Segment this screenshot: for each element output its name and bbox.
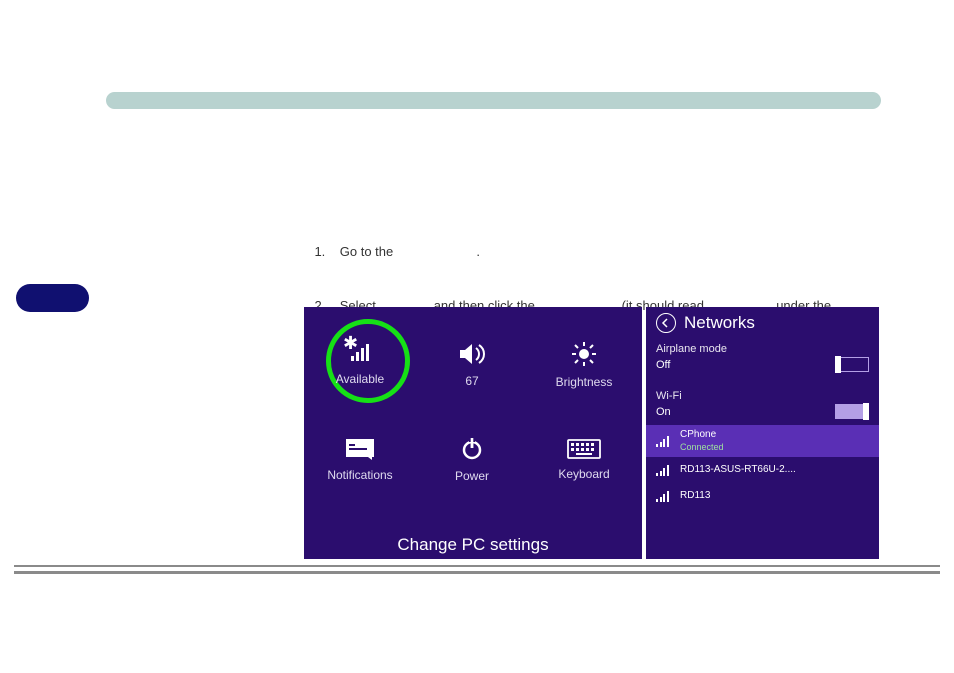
change-pc-settings-link[interactable]: Change PC settings	[304, 535, 642, 555]
signal-bars-icon	[656, 435, 672, 447]
volume-tile[interactable]: 67	[416, 317, 528, 412]
header-accent-bar	[106, 92, 881, 109]
tile-label: 67	[465, 374, 478, 388]
footer-rule	[14, 565, 940, 567]
list-text: Go to the	[340, 244, 393, 259]
notifications-icon	[345, 438, 375, 460]
airplane-mode-state: Off	[656, 359, 670, 371]
wifi-label: Wi-Fi	[646, 388, 879, 402]
tile-label: Keyboard	[558, 467, 609, 481]
footer-rule	[14, 571, 940, 574]
notifications-tile[interactable]: Notifications	[304, 412, 416, 507]
network-status: Connected	[680, 441, 724, 453]
wifi-toggle[interactable]	[835, 404, 869, 419]
tile-label: Brightness	[556, 375, 613, 389]
wifi-state: On	[656, 406, 671, 418]
network-name: CPhone	[680, 429, 724, 441]
settings-charm-panel: ✱ Available 67	[304, 307, 642, 559]
signal-bars-icon	[656, 490, 672, 502]
tile-label: Notifications	[327, 468, 392, 482]
network-name: RD113-ASUS-RT66U-2....	[680, 464, 796, 476]
brightness-icon	[571, 341, 597, 367]
network-tile[interactable]: ✱ Available	[304, 317, 416, 412]
network-item[interactable]: CPhone Connected	[646, 425, 879, 457]
list-num: 1.	[314, 244, 325, 259]
tile-label: Power	[455, 469, 489, 483]
networks-title: Networks	[684, 313, 755, 333]
power-tile[interactable]: Power	[416, 412, 528, 507]
signal-bars-icon	[656, 464, 672, 476]
side-nav-pill	[16, 284, 89, 312]
keyboard-icon	[567, 439, 601, 459]
speaker-icon	[458, 342, 486, 366]
network-item[interactable]: RD113-ASUS-RT66U-2....	[646, 457, 879, 483]
airplane-mode-toggle[interactable]	[835, 357, 869, 372]
asterisk-icon: ✱	[343, 333, 358, 354]
keyboard-tile[interactable]: Keyboard	[528, 412, 640, 507]
list-text: .	[476, 244, 480, 259]
tile-label: Available	[336, 372, 384, 386]
airplane-mode-label: Airplane mode	[646, 341, 879, 355]
brightness-tile[interactable]: Brightness	[528, 317, 640, 412]
back-icon[interactable]	[656, 313, 676, 333]
network-name: RD113	[680, 490, 710, 502]
networks-panel: Networks Airplane mode Off Wi-Fi On CPho…	[646, 307, 879, 559]
network-item[interactable]: RD113	[646, 483, 879, 509]
power-icon	[460, 437, 484, 461]
